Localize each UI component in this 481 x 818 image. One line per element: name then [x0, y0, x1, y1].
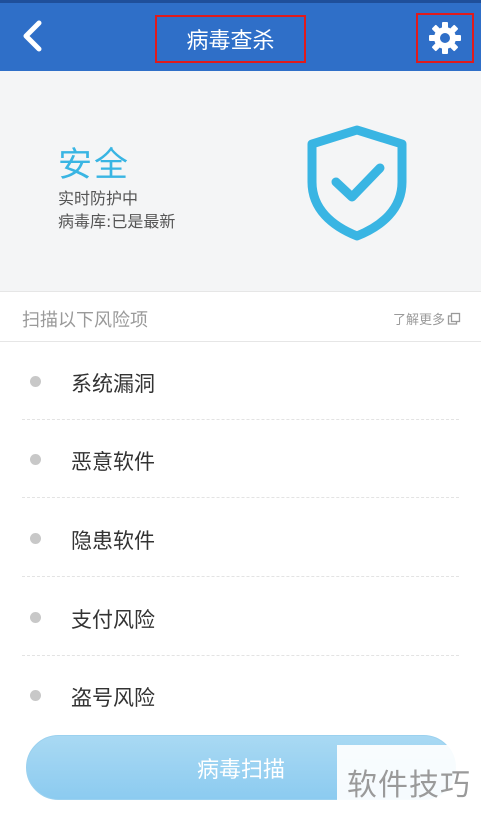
status-strip: [0, 0, 481, 3]
risk-label: 恶意软件: [71, 450, 155, 474]
chevron-left-icon: [23, 20, 42, 52]
learn-more-link[interactable]: 了解更多: [393, 309, 461, 328]
settings-button[interactable]: [416, 13, 474, 63]
risk-label: 系统漏洞: [71, 372, 155, 396]
watermark: 软件技巧: [337, 745, 481, 818]
external-link-icon: [447, 312, 461, 325]
shield-check-icon: [307, 125, 407, 241]
bullet-dot: [30, 612, 41, 623]
bullet-dot: [30, 690, 41, 701]
list-item: 恶意软件: [0, 420, 481, 498]
learn-more-label: 了解更多: [392, 313, 445, 328]
bullet-dot: [30, 533, 41, 544]
status-title: 安全: [58, 145, 130, 185]
protection-status: 实时防护中: [58, 189, 139, 208]
page-title: 病毒查杀: [155, 15, 306, 63]
bullet-dot: [30, 376, 41, 387]
gear-icon: [429, 22, 461, 54]
list-item: 隐患软件: [0, 499, 481, 577]
section-title: 扫描以下风险项: [22, 310, 148, 331]
list-item: 系统漏洞: [0, 342, 481, 420]
scan-section-header: 扫描以下风险项 了解更多: [0, 291, 481, 342]
divider: [22, 576, 459, 577]
list-item: 支付风险: [0, 578, 481, 656]
list-item: 盗号风险: [0, 656, 481, 734]
risk-label: 盗号风险: [71, 686, 155, 710]
divider: [22, 497, 459, 498]
virus-db-status: 病毒库:已是最新: [58, 212, 176, 231]
risk-label: 隐患软件: [71, 529, 155, 553]
bullet-dot: [30, 454, 41, 465]
back-button[interactable]: [14, 16, 50, 56]
top-bar: 病毒查杀: [0, 0, 481, 71]
risk-label: 支付风险: [71, 608, 155, 632]
status-panel: 安全 实时防护中 病毒库:已是最新: [0, 71, 481, 291]
